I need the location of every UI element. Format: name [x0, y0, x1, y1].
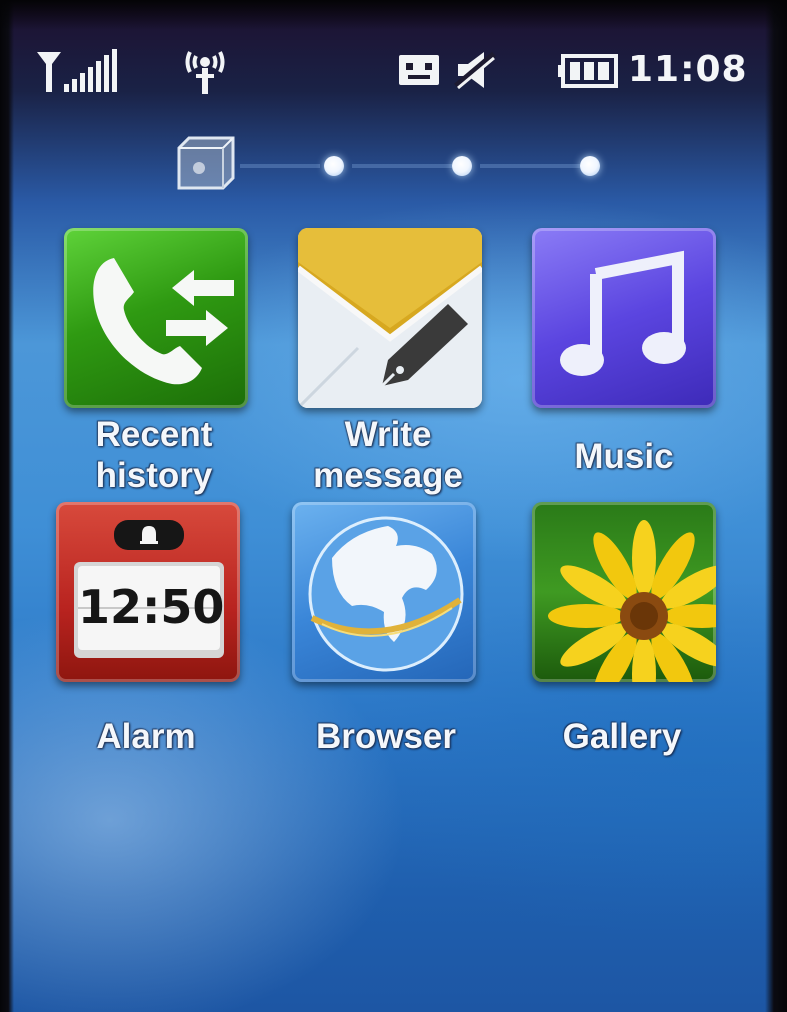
- app-label: Gallery: [562, 717, 682, 756]
- page-indicator-trail: [352, 164, 452, 168]
- page-dot-4[interactable]: [580, 156, 600, 176]
- app-label: Write message: [313, 415, 463, 495]
- battery-icon: [558, 54, 618, 88]
- envelope-pen-icon[interactable]: [298, 228, 482, 408]
- globe-icon[interactable]: [292, 502, 476, 682]
- bezel: [0, 0, 14, 1012]
- app-label: Alarm: [96, 717, 196, 756]
- music-note-icon[interactable]: [532, 228, 716, 408]
- message-icon: [399, 55, 439, 85]
- app-label: Music: [574, 437, 674, 476]
- signal-strength-icon: [64, 46, 126, 92]
- flower-photo-icon[interactable]: [532, 502, 716, 682]
- app-label: Browser: [315, 717, 457, 756]
- page-dot-2[interactable]: [324, 156, 344, 176]
- alarm-clock-icon[interactable]: 12:50: [56, 502, 240, 682]
- call-history-icon[interactable]: [64, 228, 248, 408]
- clock: 11:08: [628, 49, 748, 90]
- page-indicator-trail: [240, 164, 320, 168]
- antenna-icon: [37, 52, 61, 92]
- bezel: [0, 0, 787, 30]
- home-screen: 11:08 Recent history Write message Music…: [0, 0, 787, 1012]
- mute-icon: [454, 51, 496, 90]
- app-label: Recent history: [95, 415, 213, 495]
- page-dot-3[interactable]: [452, 156, 472, 176]
- alarm-time: 12:50: [78, 580, 225, 634]
- gps-icon: [185, 51, 225, 94]
- page-indicator-trail: [480, 164, 580, 168]
- bezel: [765, 0, 787, 1012]
- current-page-indicator-icon[interactable]: [175, 132, 237, 192]
